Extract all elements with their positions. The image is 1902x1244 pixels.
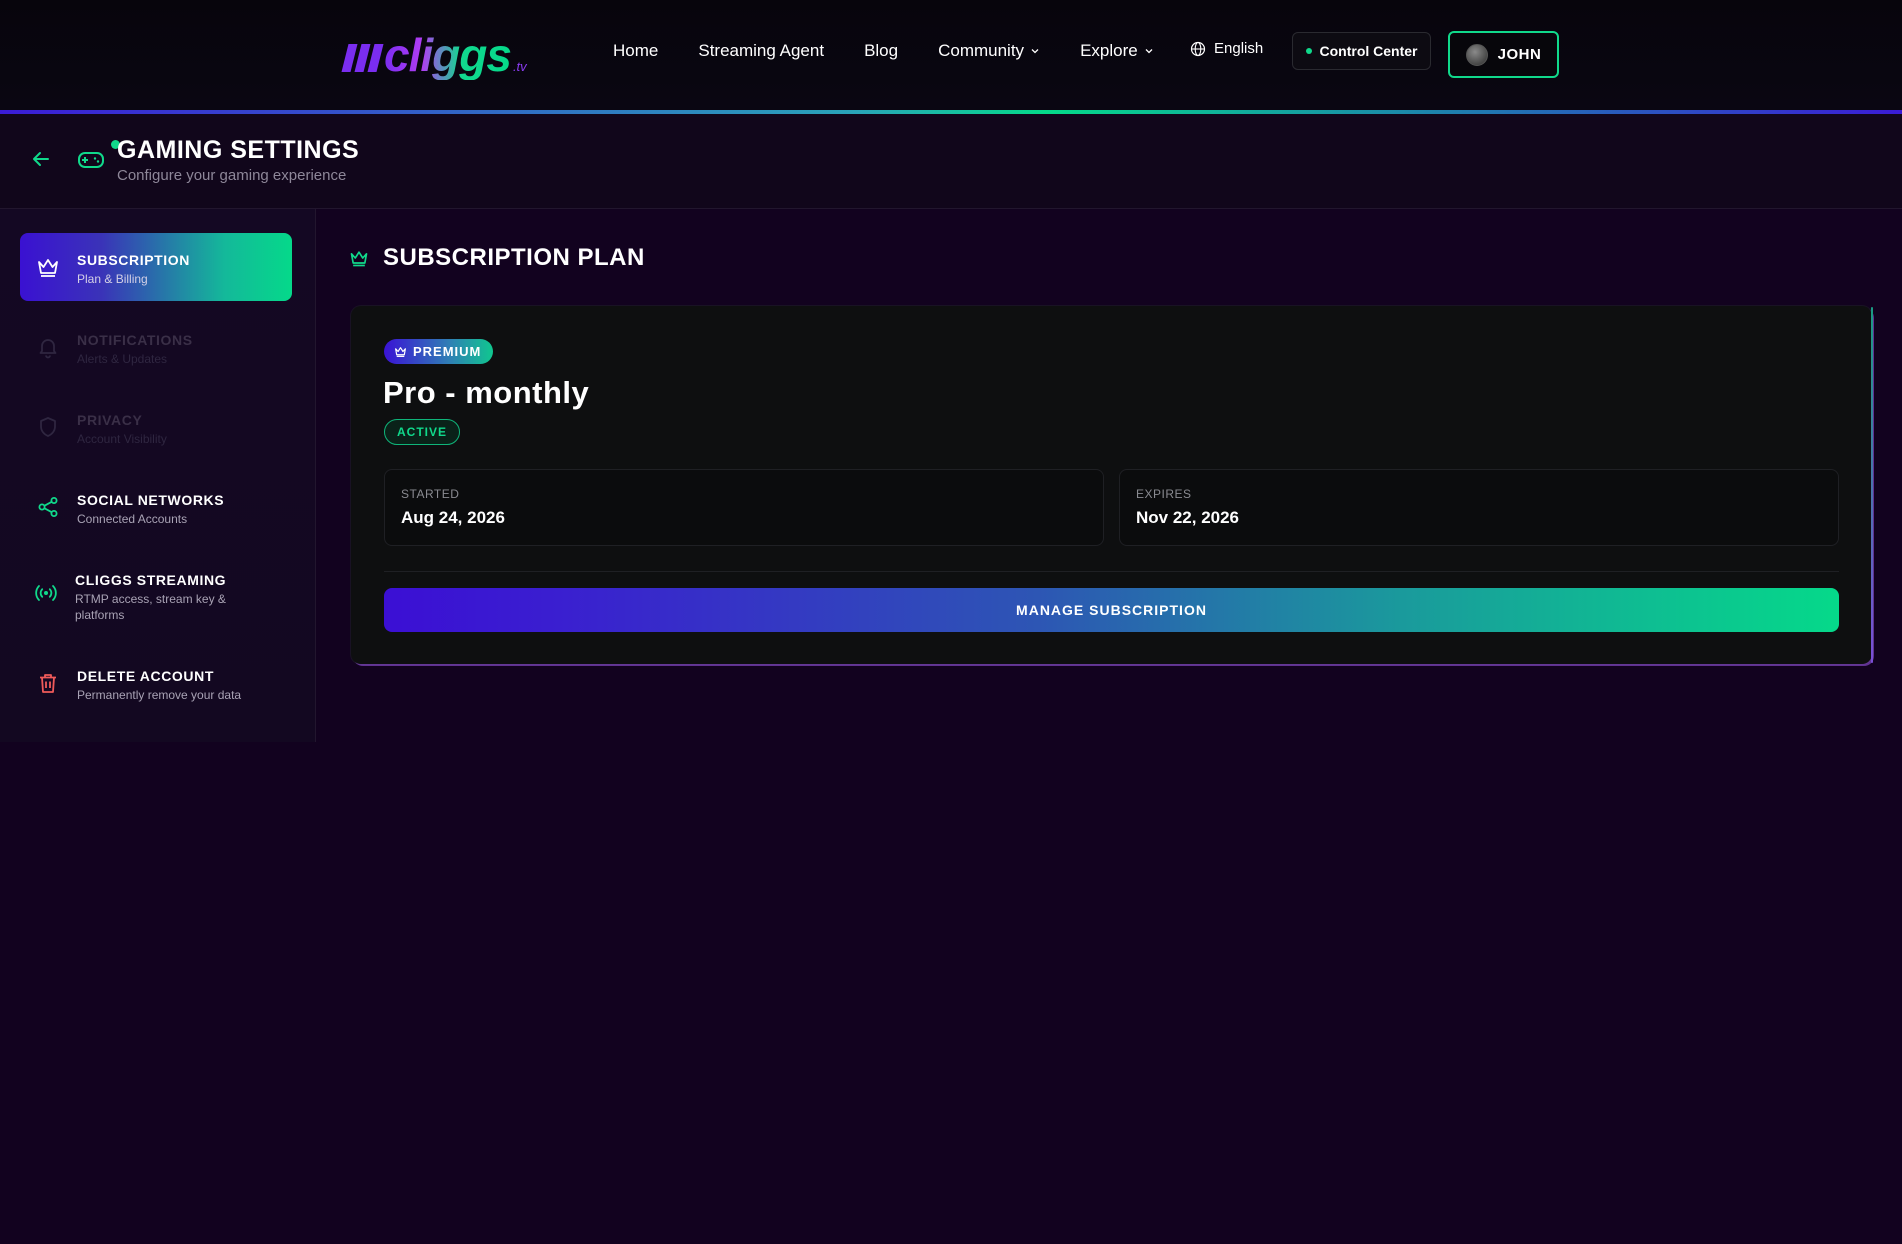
logo-suffix: .tv	[512, 59, 527, 74]
chevron-down-icon	[1145, 49, 1153, 54]
nav-link-blog[interactable]: Blog	[864, 41, 898, 61]
started-date-box: STARTED Aug 24, 2026	[384, 469, 1104, 546]
crown-icon	[395, 347, 406, 357]
shield-icon	[40, 417, 56, 437]
status-badge: ACTIVE	[384, 419, 461, 445]
avatar	[1465, 43, 1488, 66]
nav-link-streaming-agent[interactable]: Streaming Agent	[698, 41, 824, 61]
nav-link-explore[interactable]: Explore	[1080, 41, 1154, 61]
user-name: JOHN	[1497, 46, 1542, 63]
started-value: Aug 24, 2026	[401, 508, 505, 527]
expires-date-box: EXPIRES Nov 22, 2026	[1119, 469, 1839, 546]
chevron-down-icon	[1031, 49, 1039, 54]
sidebar-item-title: DELETE ACCOUNT	[77, 668, 214, 684]
sidebar-item-title: SUBSCRIPTION	[77, 252, 190, 268]
bell-icon	[39, 339, 57, 359]
manage-subscription-button[interactable]: MANAGE SUBSCRIPTION	[384, 588, 1839, 632]
page-header: GAMING SETTINGS Configure your gaming ex…	[0, 114, 1902, 209]
nav-link-home[interactable]: Home	[613, 41, 658, 61]
sidebar-item-cliggs-streaming[interactable]: CLIGGS STREAMING RTMP access, stream key…	[20, 553, 292, 633]
logo-text: cliggs	[384, 29, 512, 81]
crown-icon	[38, 259, 58, 277]
globe-icon	[1190, 41, 1206, 56]
sidebar-item-title: SOCIAL NETWORKS	[77, 492, 225, 508]
status-dot	[1305, 48, 1312, 54]
sidebar-item-social-networks[interactable]: SOCIAL NETWORKS Connected Accounts	[20, 473, 292, 541]
sidebar-item-subtitle: Permanently remove your data	[77, 688, 242, 702]
sidebar-item-privacy[interactable]: PRIVACY Account Visibility	[20, 393, 292, 461]
page-subtitle: Configure your gaming experience	[117, 167, 347, 184]
sidebar-item-subtitle: Alerts & Updates	[77, 352, 168, 366]
sidebar-item-title: NOTIFICATIONS	[77, 332, 193, 348]
sidebar-item-title: CLIGGS STREAMING	[75, 572, 227, 588]
broadcast-icon	[35, 585, 57, 601]
sidebar-item-notifications[interactable]: NOTIFICATIONS Alerts & Updates	[20, 313, 292, 381]
sidebar-item-subscription[interactable]: SUBSCRIPTION Plan & Billing	[20, 233, 292, 301]
arrow-left-icon[interactable]	[30, 148, 52, 170]
expires-value: Nov 22, 2026	[1136, 508, 1240, 527]
sidebar-item-subtitle: Plan & Billing	[77, 272, 148, 286]
control-center-button[interactable]: Control Center	[1292, 32, 1431, 70]
gamepad-icon	[78, 152, 104, 168]
plan-name: Pro - monthly	[383, 375, 590, 410]
trash-icon	[40, 674, 56, 693]
language-selector[interactable]: English	[1190, 40, 1263, 57]
top-navbar: cliggs .tv Home Streaming Agent Blog Com…	[0, 0, 1902, 110]
premium-badge: PREMIUM	[384, 339, 494, 364]
divider	[384, 571, 1839, 572]
started-label: STARTED	[401, 487, 460, 501]
page-title: GAMING SETTINGS	[117, 136, 360, 164]
logo-bars	[341, 44, 384, 72]
user-menu-button[interactable]: JOHN	[1448, 31, 1559, 78]
language-label: English	[1214, 40, 1264, 57]
nav-links: Home Streaming Agent Blog Community Expl…	[613, 38, 1194, 64]
sidebar-item-subtitle: Account Visibility	[77, 432, 167, 446]
crown-icon	[350, 251, 368, 267]
cliggs-logo[interactable]: cliggs .tv	[341, 29, 527, 81]
section-title: SUBSCRIPTION PLAN	[383, 244, 645, 271]
section-header: SUBSCRIPTION PLAN	[349, 244, 645, 272]
sidebar-item-subtitle-line2: platforms	[75, 608, 125, 622]
settings-sidebar: SUBSCRIPTION Plan & Billing NOTIFICATION…	[0, 209, 316, 742]
subscription-plan-card: PREMIUM Pro - monthly ACTIVE STARTED Aug…	[351, 306, 1873, 664]
expires-label: EXPIRES	[1136, 487, 1192, 501]
sidebar-item-subtitle: Connected Accounts	[77, 512, 188, 526]
nav-link-community[interactable]: Community	[938, 41, 1040, 61]
sidebar-item-subtitle: RTMP access, stream key &	[75, 592, 226, 606]
sidebar-item-title: PRIVACY	[77, 412, 143, 428]
sidebar-item-delete-account[interactable]: DELETE ACCOUNT Permanently remove your d…	[20, 649, 292, 717]
share-icon	[38, 497, 58, 517]
